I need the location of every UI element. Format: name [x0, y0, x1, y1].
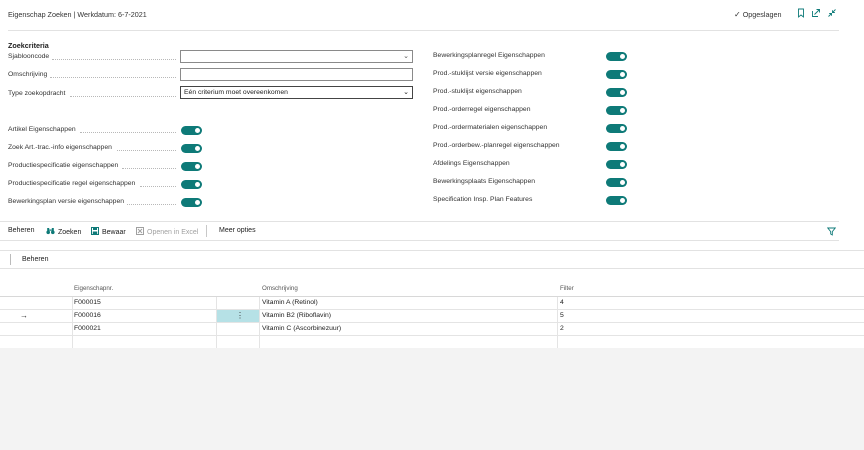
- row-menu-cell[interactable]: ⋮: [217, 310, 259, 322]
- artikel-eigenschappen-toggle[interactable]: [181, 126, 202, 135]
- bewerkingsplaats-toggle[interactable]: [606, 178, 627, 187]
- meer-opties-button[interactable]: Meer opties: [219, 227, 256, 234]
- prod-stuklijst-versie-toggle[interactable]: [606, 70, 627, 79]
- cell-filter[interactable]: 4: [560, 299, 564, 306]
- subform-action-bar: [0, 250, 864, 269]
- prod-ordermaterialen-toggle[interactable]: [606, 124, 627, 133]
- row-arrow-icon: →: [20, 311, 28, 320]
- leader-dots: [50, 77, 176, 78]
- toggle-label: Prod.-ordermaterialen eigenschappen: [433, 124, 548, 131]
- cell-eigenschapnr[interactable]: F000015: [74, 299, 101, 306]
- type-zoekopdracht-value: Eén criterium moet overeenkomen: [184, 89, 288, 96]
- zoeken-label: Zoeken: [58, 228, 82, 236]
- beheren-label: Beheren: [8, 227, 35, 234]
- zoek-art-trac-info-toggle[interactable]: [181, 144, 202, 153]
- leader-dots: [80, 132, 176, 133]
- leader-dots: [140, 186, 176, 187]
- cell-eigenschapnr[interactable]: F000016: [74, 312, 101, 319]
- bewerkingsplanregel-toggle[interactable]: [606, 52, 627, 61]
- excel-label: Openen in Excel: [147, 228, 199, 236]
- actions-divider-top: [0, 221, 839, 222]
- toggle-label: Bewerkingsplanregel Eigenschappen: [433, 52, 545, 59]
- toggle-label: Prod.-stuklijst eigenschappen: [433, 88, 522, 95]
- toggle-label: Afdelings Eigenschappen: [433, 160, 510, 167]
- empty-area: [0, 348, 864, 450]
- saved-status: ✓ Opgeslagen: [734, 10, 781, 19]
- beheren-action[interactable]: Beheren: [8, 227, 34, 234]
- toggle-label: Productiespecificatie regel eigenschappe…: [8, 180, 136, 187]
- cell-omschrijving[interactable]: Vitamin A (Retinol): [262, 299, 318, 306]
- column-header-filter[interactable]: Filter: [560, 285, 574, 292]
- column-divider: [72, 297, 73, 348]
- subform-beheren-action[interactable]: Beheren: [22, 256, 48, 263]
- column-divider: [216, 297, 217, 348]
- leader-dots: [122, 168, 176, 169]
- productiespecificatie-toggle[interactable]: [181, 162, 202, 171]
- column-header-eigenschapnr[interactable]: Eigenschapnr.: [74, 285, 113, 292]
- toggle-label: Bewerkingsplaats Eigenschappen: [433, 178, 536, 185]
- toggle-label: Productiespecificatie eigenschappen: [8, 162, 119, 169]
- leader-dots: [127, 204, 176, 205]
- productiespecificatie-regel-toggle[interactable]: [181, 180, 202, 189]
- save-icon: [91, 227, 99, 237]
- checkmark-icon: ✓: [734, 10, 741, 19]
- collapse-icon[interactable]: [827, 8, 837, 18]
- type-zoekopdracht-select[interactable]: Eén criterium moet overeenkomen ⌄: [180, 86, 413, 99]
- specification-insp-plan-toggle[interactable]: [606, 196, 627, 205]
- toggle-label: Bewerkingsplan versie eigenschappen: [8, 198, 124, 205]
- column-header-omschrijving[interactable]: Omschrijving: [262, 285, 298, 292]
- toggle-label: Specification Insp. Plan Features: [433, 196, 533, 203]
- field-label-sjablooncode: Sjablooncode: [8, 53, 50, 60]
- subform-separator: [10, 254, 11, 265]
- column-divider: [557, 297, 558, 348]
- table-row[interactable]: F000015 Vitamin A (Retinol) 4: [0, 297, 864, 310]
- table-row[interactable]: F000021 Vitamin C (Ascorbinezuur) 2: [0, 323, 864, 336]
- filter-icon[interactable]: [827, 227, 836, 236]
- bookmark-icon[interactable]: [796, 8, 806, 18]
- meer-opties-label: Meer opties: [219, 227, 256, 234]
- cell-omschrijving[interactable]: Vitamin B2 (Riboflavin): [262, 312, 331, 319]
- action-separator: [206, 225, 207, 237]
- leader-dots: [70, 96, 176, 97]
- cell-filter[interactable]: 5: [560, 312, 564, 319]
- toggle-label: Zoek Art.-trac.-info eigenschappen: [8, 144, 112, 151]
- table-row-selected[interactable]: → F000016 ⋮ Vitamin B2 (Riboflavin) 5: [0, 310, 864, 323]
- dropdown-chevron-icon: ⌄: [403, 53, 409, 60]
- sjablooncode-select[interactable]: ⌄: [180, 50, 413, 63]
- openen-in-excel-button[interactable]: Openen in Excel: [136, 227, 198, 237]
- prod-orderbew-planregel-toggle[interactable]: [606, 142, 627, 151]
- actions-divider-bottom: [0, 240, 839, 241]
- bewaar-label: Bewaar: [102, 228, 126, 236]
- bewaar-button[interactable]: Bewaar: [91, 227, 126, 237]
- prod-stuklijst-toggle[interactable]: [606, 88, 627, 97]
- page-title: Eigenschap Zoeken | Werkdatum: 6-7-2021: [8, 10, 147, 19]
- dropdown-chevron-icon: ⌄: [403, 89, 409, 96]
- leader-dots: [52, 59, 176, 60]
- cell-eigenschapnr[interactable]: F000021: [74, 325, 101, 332]
- toggle-label: Prod.-stuklijst versie eigenschappen: [433, 70, 542, 77]
- bewerkingsplan-versie-toggle[interactable]: [181, 198, 202, 207]
- prod-orderregel-toggle[interactable]: [606, 106, 627, 115]
- open-new-window-icon[interactable]: [811, 8, 821, 18]
- row-menu-icon[interactable]: ⋮: [236, 311, 244, 320]
- field-label-omschrijving: Omschrijving: [8, 71, 48, 78]
- excel-icon: [136, 227, 144, 237]
- field-label-type-zoekopdracht: Type zoekopdracht: [8, 90, 66, 97]
- section-title: Zoekcriteria: [8, 41, 49, 50]
- binoculars-icon: [46, 227, 55, 237]
- toggle-label: Prod.-orderregel eigenschappen: [433, 106, 531, 113]
- saved-label: Opgeslagen: [742, 10, 782, 19]
- omschrijving-input[interactable]: [180, 68, 413, 81]
- cell-filter[interactable]: 2: [560, 325, 564, 332]
- afdelings-toggle[interactable]: [606, 160, 627, 169]
- toggle-label: Artikel Eigenschappen: [8, 126, 76, 133]
- column-divider: [259, 297, 260, 348]
- toggle-label: Prod.-orderbew.-planregel eigenschappen: [433, 142, 560, 149]
- header-divider: [8, 30, 839, 31]
- cell-omschrijving[interactable]: Vitamin C (Ascorbinezuur): [262, 325, 341, 332]
- leader-dots: [117, 150, 176, 151]
- zoeken-button[interactable]: Zoeken: [46, 227, 81, 237]
